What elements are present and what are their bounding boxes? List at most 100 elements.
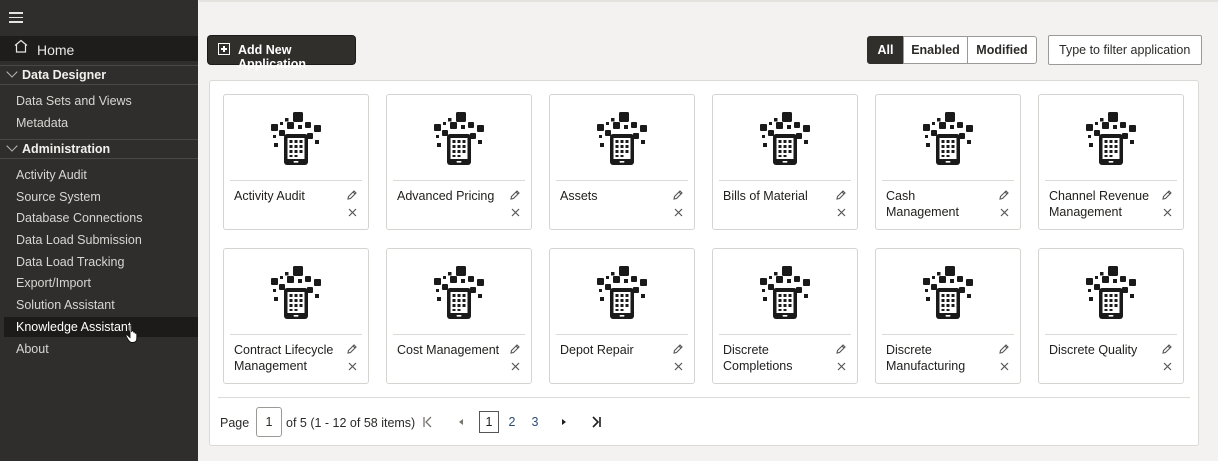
chevron-down-icon <box>6 140 18 152</box>
delete-x-icon[interactable] <box>347 359 358 371</box>
application-card[interactable]: Activity Audit <box>223 94 369 230</box>
application-card[interactable]: Bills of Material <box>712 94 858 230</box>
sidebar-item-label: Source System <box>16 190 101 204</box>
main-content: Add New Application All Enabled Modified… <box>199 0 1218 461</box>
application-icon <box>597 112 649 166</box>
edit-pencil-icon[interactable] <box>998 188 1010 200</box>
next-page-icon[interactable] <box>557 415 571 429</box>
delete-x-icon[interactable] <box>836 205 847 217</box>
hand-pointer-icon <box>125 324 138 343</box>
application-icon <box>760 112 812 166</box>
divider <box>218 397 1190 398</box>
application-icon <box>434 266 486 320</box>
page-number-button[interactable]: 1 <box>479 411 499 433</box>
filter-label: Modified <box>976 43 1028 57</box>
sidebar-item-activity-audit[interactable]: Activity Audit <box>0 165 198 185</box>
edit-pencil-icon[interactable] <box>835 188 847 200</box>
hamburger-menu-icon[interactable] <box>9 9 23 27</box>
sidebar-item-export-import[interactable]: Export/Import <box>0 273 198 293</box>
sidebar-item-source-system[interactable]: Source System <box>0 187 198 207</box>
edit-pencil-icon[interactable] <box>1161 342 1173 354</box>
application-icon <box>271 112 323 166</box>
filter-enabled-button[interactable]: Enabled <box>903 36 968 64</box>
pagination-summary: of 5 (1 - 12 of 58 items) <box>286 416 416 430</box>
sidebar-home[interactable]: Home <box>0 36 198 61</box>
application-card[interactable]: Advanced Pricing <box>386 94 532 230</box>
current-page-input[interactable]: 1 <box>256 407 282 437</box>
filter-modified-button[interactable]: Modified <box>967 36 1037 64</box>
application-name: Activity Audit <box>234 189 305 203</box>
sidebar-section-data-designer[interactable]: Data Designer <box>0 65 198 85</box>
sidebar-item-data-sets-and-views[interactable]: Data Sets and Views <box>0 91 198 111</box>
edit-pencil-icon[interactable] <box>672 188 684 200</box>
sidebar-item-solution-assistant[interactable]: Solution Assistant <box>0 295 198 315</box>
sidebar: Home Data Designer Data Sets and Views M… <box>0 0 198 461</box>
filter-all-button[interactable]: All <box>867 36 904 64</box>
edit-pencil-icon[interactable] <box>509 342 521 354</box>
application-card[interactable]: Cash Management <box>875 94 1021 230</box>
application-card[interactable]: Cost Management <box>386 248 532 384</box>
divider <box>1045 334 1177 335</box>
divider <box>230 334 362 335</box>
filter-applications-input[interactable] <box>1048 35 1202 65</box>
home-icon <box>14 39 28 53</box>
sidebar-item-about[interactable]: About <box>0 339 198 359</box>
application-name: Bills of Material <box>723 189 808 203</box>
application-name: Discrete Manufacturing <box>886 343 966 373</box>
filter-label: Enabled <box>911 43 960 57</box>
sidebar-item-metadata[interactable]: Metadata <box>0 113 198 133</box>
edit-pencil-icon[interactable] <box>346 342 358 354</box>
sidebar-item-label: Knowledge Assistant <box>16 320 132 334</box>
delete-x-icon[interactable] <box>510 359 521 371</box>
delete-x-icon[interactable] <box>347 205 358 217</box>
delete-x-icon[interactable] <box>510 205 521 217</box>
application-icon <box>434 112 486 166</box>
divider <box>882 180 1014 181</box>
delete-x-icon[interactable] <box>1162 205 1173 217</box>
divider <box>882 334 1014 335</box>
page-number-button[interactable]: 3 <box>525 411 545 433</box>
application-name: Discrete Completions <box>723 343 793 373</box>
application-card[interactable]: Depot Repair <box>549 248 695 384</box>
delete-x-icon[interactable] <box>999 205 1010 217</box>
application-card[interactable]: Discrete Quality <box>1038 248 1184 384</box>
edit-pencil-icon[interactable] <box>346 188 358 200</box>
application-card[interactable]: Discrete Manufacturing <box>875 248 1021 384</box>
application-name: Depot Repair <box>560 343 634 357</box>
sidebar-item-data-load-submission[interactable]: Data Load Submission <box>0 230 198 250</box>
application-card[interactable]: Discrete Completions <box>712 248 858 384</box>
application-card[interactable]: Contract Lifecycle Management <box>223 248 369 384</box>
divider <box>199 0 1218 2</box>
edit-pencil-icon[interactable] <box>672 342 684 354</box>
application-icon <box>760 266 812 320</box>
sidebar-section-administration[interactable]: Administration <box>0 139 198 159</box>
page-number-button[interactable]: 2 <box>502 411 522 433</box>
sidebar-item-label: Data Sets and Views <box>16 94 132 108</box>
edit-pencil-icon[interactable] <box>509 188 521 200</box>
sidebar-item-database-connections[interactable]: Database Connections <box>0 208 198 228</box>
sidebar-item-data-load-tracking[interactable]: Data Load Tracking <box>0 252 198 272</box>
sidebar-item-knowledge-assistant[interactable]: Knowledge Assistant <box>4 317 198 337</box>
delete-x-icon[interactable] <box>1162 359 1173 371</box>
filter-label: All <box>877 43 894 57</box>
application-card[interactable]: Channel Revenue Management <box>1038 94 1184 230</box>
divider <box>393 180 525 181</box>
divider <box>556 334 688 335</box>
add-new-application-button[interactable]: Add New Application <box>208 36 355 71</box>
sidebar-item-label: Data Load Submission <box>16 233 142 247</box>
edit-pencil-icon[interactable] <box>835 342 847 354</box>
edit-pencil-icon[interactable] <box>1161 188 1173 200</box>
application-name: Discrete Quality <box>1049 343 1138 357</box>
delete-x-icon[interactable] <box>836 359 847 371</box>
application-card[interactable]: Assets <box>549 94 695 230</box>
delete-x-icon[interactable] <box>673 359 684 371</box>
previous-page-icon[interactable] <box>454 415 468 429</box>
sidebar-item-label: Solution Assistant <box>16 298 115 312</box>
divider <box>230 180 362 181</box>
edit-pencil-icon[interactable] <box>998 342 1010 354</box>
delete-x-icon[interactable] <box>999 359 1010 371</box>
section-label: Data Designer <box>22 68 107 82</box>
delete-x-icon[interactable] <box>673 205 684 217</box>
first-page-icon[interactable] <box>421 415 435 429</box>
last-page-icon[interactable] <box>589 415 603 429</box>
